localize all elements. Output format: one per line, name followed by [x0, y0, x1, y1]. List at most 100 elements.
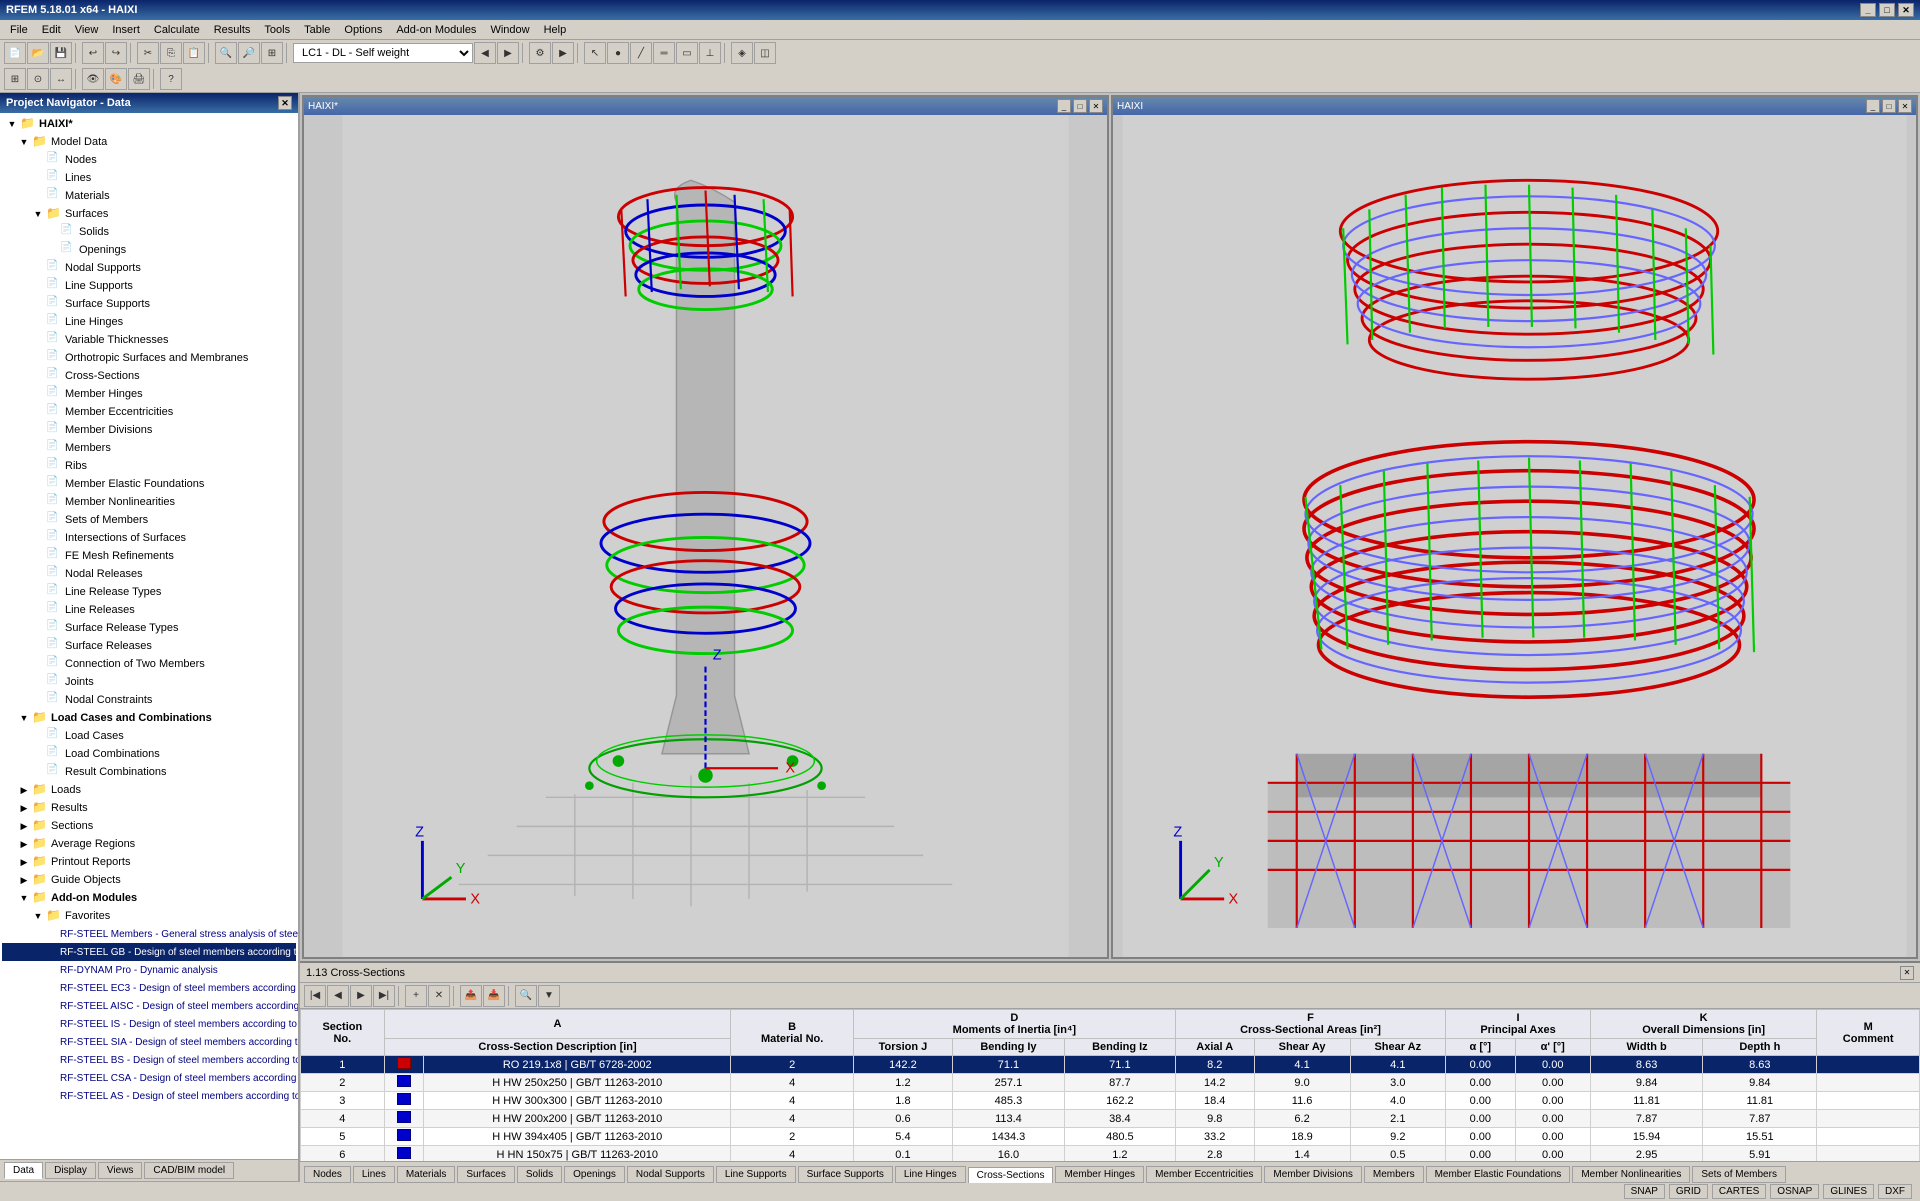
- nav-tab-views[interactable]: Views: [98, 1162, 143, 1179]
- tree-guide[interactable]: ▶ 📁 Guide Objects: [2, 871, 296, 889]
- expand-lcc[interactable]: ▼: [18, 712, 30, 724]
- tbl-filter[interactable]: ▼: [538, 985, 560, 1007]
- tree-nodal-supports[interactable]: 📄 Nodal Supports: [2, 259, 296, 277]
- tb-select[interactable]: ↖: [584, 42, 606, 64]
- expand-results[interactable]: ▶: [18, 802, 30, 814]
- tbl-first[interactable]: |◀: [304, 985, 326, 1007]
- maximize-btn[interactable]: □: [1879, 3, 1895, 17]
- tree-ortho[interactable]: 📄 Orthotropic Surfaces and Membranes: [2, 349, 296, 367]
- table-row[interactable]: 2 H HW 250x250 | GB/T 11263-2010 4 1.2 2…: [301, 1074, 1920, 1092]
- tb-copy[interactable]: ⎘: [160, 42, 182, 64]
- tbl-import[interactable]: 📥: [483, 985, 505, 1007]
- tree-femesh[interactable]: 📄 FE Mesh Refinements: [2, 547, 296, 565]
- tree-var-thick[interactable]: 📄 Variable Thicknesses: [2, 331, 296, 349]
- menu-table[interactable]: Table: [298, 22, 336, 38]
- tab-member-divs[interactable]: Member Divisions: [1264, 1166, 1361, 1183]
- tree-root[interactable]: ▼ 📁 HAIXI*: [2, 115, 296, 133]
- tb-paste[interactable]: 📋: [183, 42, 205, 64]
- tb-next[interactable]: ▶: [497, 42, 519, 64]
- tree-som[interactable]: 📄 Sets of Members: [2, 511, 296, 529]
- menu-edit[interactable]: Edit: [36, 22, 67, 38]
- fav-ec3[interactable]: RF-STEEL EC3 - Design of steel members a…: [2, 979, 296, 997]
- table-row[interactable]: 6 H HN 150x75 | GB/T 11263-2010 4 0.1 16…: [301, 1146, 1920, 1162]
- tab-mef[interactable]: Member Elastic Foundations: [1426, 1166, 1571, 1183]
- tree-line-supports[interactable]: 📄 Line Supports: [2, 277, 296, 295]
- load-case-combo[interactable]: LC1 - DL - Self weight: [293, 43, 473, 63]
- tree-printout[interactable]: ▶ 📁 Printout Reports: [2, 853, 296, 871]
- menu-window[interactable]: Window: [484, 22, 535, 38]
- tb-redo[interactable]: ↪: [105, 42, 127, 64]
- status-osnap[interactable]: OSNAP: [1770, 1184, 1819, 1199]
- tree-nodes[interactable]: 📄 Nodes: [2, 151, 296, 169]
- nav-close-btn[interactable]: ✕: [278, 96, 292, 110]
- menu-insert[interactable]: Insert: [106, 22, 146, 38]
- tab-member-ecc[interactable]: Member Eccentricities: [1146, 1166, 1262, 1183]
- tree-line-hinges[interactable]: 📄 Line Hinges: [2, 313, 296, 331]
- tbl-search[interactable]: 🔍: [515, 985, 537, 1007]
- status-dxf[interactable]: DXF: [1878, 1184, 1912, 1199]
- nav-tab-cadbim[interactable]: CAD/BIM model: [144, 1162, 234, 1179]
- tab-nodal-supports[interactable]: Nodal Supports: [627, 1166, 714, 1183]
- tree-surface-supports[interactable]: 📄 Surface Supports: [2, 295, 296, 313]
- tb-display[interactable]: 👁: [82, 68, 104, 90]
- tab-nodes[interactable]: Nodes: [304, 1166, 351, 1183]
- tab-member-hinges[interactable]: Member Hinges: [1055, 1166, 1144, 1183]
- tb-cut[interactable]: ✂: [137, 42, 159, 64]
- tree-loads[interactable]: ▶ 📁 Loads: [2, 781, 296, 799]
- tb-supports[interactable]: ⊥: [699, 42, 721, 64]
- tb-zoom-in[interactable]: 🔍: [215, 42, 237, 64]
- minimize-btn[interactable]: _: [1860, 3, 1876, 17]
- tb-lines[interactable]: ╱: [630, 42, 652, 64]
- tree-cross-sections[interactable]: 📄 Cross-Sections: [2, 367, 296, 385]
- status-grid[interactable]: GRID: [1669, 1184, 1708, 1199]
- tbl-add[interactable]: +: [405, 985, 427, 1007]
- tree-member-hinges[interactable]: 📄 Member Hinges: [2, 385, 296, 403]
- tree-lrel[interactable]: 📄 Line Releases: [2, 601, 296, 619]
- tab-surface-supports[interactable]: Surface Supports: [798, 1166, 893, 1183]
- fav-sia[interactable]: RF-STEEL SIA - Design of steel members a…: [2, 1033, 296, 1051]
- tree-intersections[interactable]: 📄 Intersections of Surfaces: [2, 529, 296, 547]
- expand-sections[interactable]: ▶: [18, 820, 30, 832]
- vp-left-max[interactable]: □: [1073, 99, 1087, 113]
- expand-addon[interactable]: ▼: [18, 892, 30, 904]
- table-row[interactable]: 3 H HW 300x300 | GB/T 11263-2010 4 1.8 4…: [301, 1092, 1920, 1110]
- tb-prev[interactable]: ◀: [474, 42, 496, 64]
- table-row[interactable]: 4 H HW 200x200 | GB/T 11263-2010 4 0.6 1…: [301, 1110, 1920, 1128]
- fav-steel-gb[interactable]: RF-STEEL GB - Design of steel members ac…: [2, 943, 296, 961]
- menu-calculate[interactable]: Calculate: [148, 22, 206, 38]
- tb-zoom-fit[interactable]: ⊞: [261, 42, 283, 64]
- fav-is[interactable]: RF-STEEL IS - Design of steel members ac…: [2, 1015, 296, 1033]
- tab-materials[interactable]: Materials: [397, 1166, 456, 1183]
- vp-right-content[interactable]: Z X Y: [1113, 115, 1916, 957]
- tbl-last[interactable]: ▶|: [373, 985, 395, 1007]
- tab-cross-sections[interactable]: Cross-Sections: [968, 1167, 1054, 1183]
- fav-aisc[interactable]: RF-STEEL AISC - Design of steel members …: [2, 997, 296, 1015]
- tab-line-hinges[interactable]: Line Hinges: [895, 1166, 966, 1183]
- tb-print[interactable]: 🖨: [128, 68, 150, 90]
- tree-srel[interactable]: 📄 Surface Releases: [2, 637, 296, 655]
- tb-calc[interactable]: ⚙: [529, 42, 551, 64]
- tree-ribs[interactable]: 📄 Ribs: [2, 457, 296, 475]
- menu-addon[interactable]: Add-on Modules: [390, 22, 482, 38]
- tb-nodes[interactable]: ●: [607, 42, 629, 64]
- tbl-delete[interactable]: ✕: [428, 985, 450, 1007]
- expand-loads[interactable]: ▶: [18, 784, 30, 796]
- menu-help[interactable]: Help: [538, 22, 573, 38]
- cross-sections-table[interactable]: SectionNo. A BMaterial No. DMoments of I…: [300, 1009, 1920, 1161]
- menu-file[interactable]: File: [4, 22, 34, 38]
- nav-tab-display[interactable]: Display: [45, 1162, 96, 1179]
- tb-members[interactable]: ═: [653, 42, 675, 64]
- vp-right-max[interactable]: □: [1882, 99, 1896, 113]
- tree-lcc[interactable]: ▼ 📁 Load Cases and Combinations: [2, 709, 296, 727]
- tree-surfaces[interactable]: ▼ 📁 Surfaces: [2, 205, 296, 223]
- vp-right-min[interactable]: _: [1866, 99, 1880, 113]
- tree-mnl[interactable]: 📄 Member Nonlinearities: [2, 493, 296, 511]
- menu-view[interactable]: View: [69, 22, 105, 38]
- tb-undo[interactable]: ↩: [82, 42, 104, 64]
- nav-tab-data[interactable]: Data: [4, 1162, 43, 1179]
- tree-srt[interactable]: 📄 Surface Release Types: [2, 619, 296, 637]
- expand-surfaces[interactable]: ▼: [32, 208, 44, 220]
- fav-steel-members[interactable]: RF-STEEL Members - General stress analys…: [2, 925, 296, 943]
- vp-left-close[interactable]: ✕: [1089, 99, 1103, 113]
- menu-results[interactable]: Results: [208, 22, 257, 38]
